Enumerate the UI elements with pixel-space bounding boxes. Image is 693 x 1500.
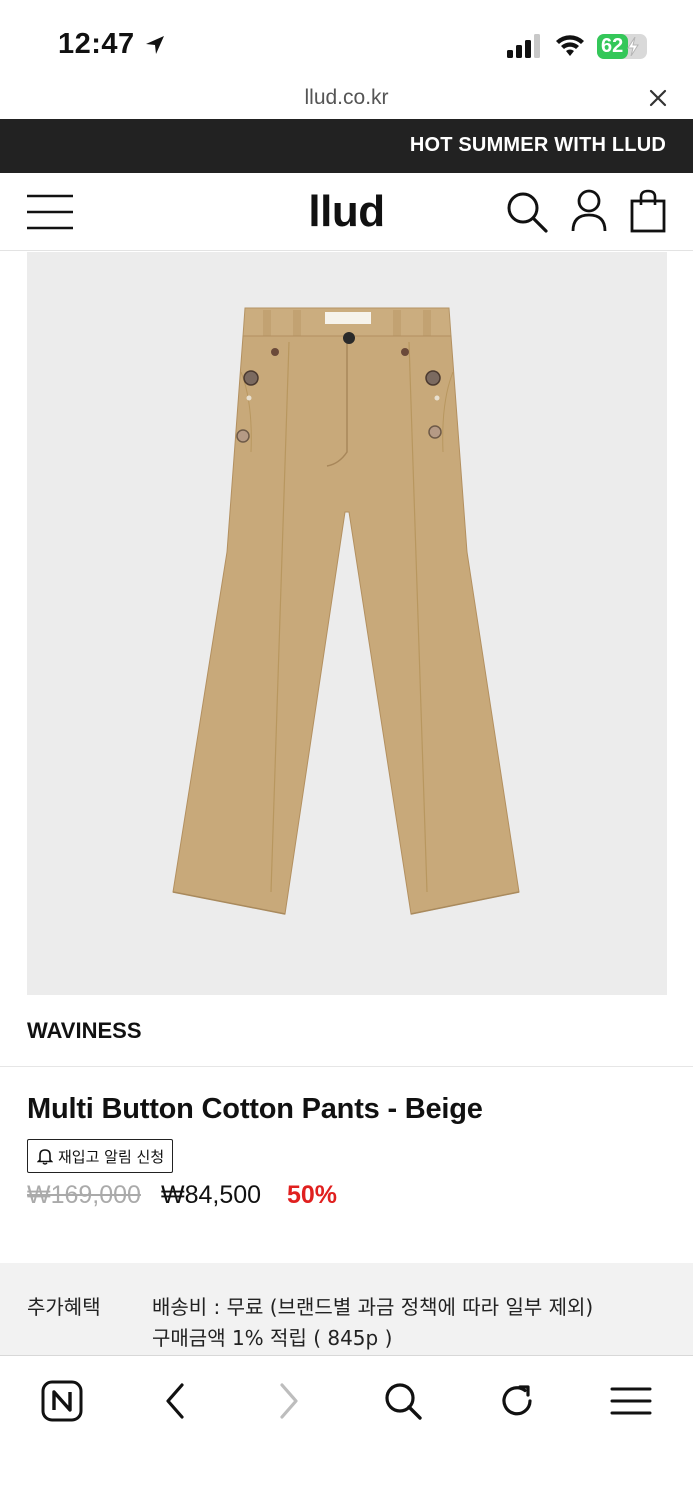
status-time: 12:47: [58, 28, 135, 60]
forward-button[interactable]: [266, 1378, 312, 1424]
search-icon[interactable]: [505, 190, 549, 234]
site-header: llud: [0, 173, 693, 251]
restock-alert-button[interactable]: 재입고 알림 신청: [27, 1139, 174, 1173]
browser-menu-icon: [610, 1387, 652, 1415]
naver-home-button[interactable]: [39, 1378, 85, 1424]
browser-search-icon: [385, 1383, 422, 1420]
charging-bolt-icon: [627, 37, 639, 56]
wifi-icon: [556, 35, 584, 56]
pants-illustration: [172, 307, 520, 915]
benefit-points: 구매금액 1% 적립 ( 845p ): [152, 1326, 393, 1350]
status-bar: 12:47 62: [0, 0, 693, 84]
product-brand[interactable]: WAVINESS: [27, 1018, 142, 1044]
battery-level: 62: [601, 35, 624, 57]
user-icon[interactable]: [570, 189, 608, 233]
browser-search-button[interactable]: [380, 1378, 426, 1424]
close-icon[interactable]: [648, 88, 668, 108]
announcement-text: HOT SUMMER WITH LLUD: [409, 134, 666, 156]
back-icon: [166, 1383, 184, 1419]
announcement-bar[interactable]: HOT SUMMER WITH LLUD: [0, 119, 693, 173]
divider: [0, 1066, 693, 1067]
signal-icon: [507, 34, 540, 58]
benefits-section: 추가혜택 배송비 : 무료 (브랜드별 과금 정책에 따라 일부 제외) 구매금…: [0, 1263, 693, 1355]
browser-menu-button[interactable]: [608, 1378, 654, 1424]
refresh-icon: [502, 1385, 532, 1416]
naver-icon: [41, 1380, 83, 1422]
back-button[interactable]: [152, 1378, 198, 1424]
browser-toolbar: [0, 1355, 693, 1500]
bell-icon: [37, 1149, 53, 1165]
location-arrow-icon: [146, 36, 164, 54]
product-image[interactable]: [27, 252, 667, 995]
original-price: ₩169,000: [27, 1181, 141, 1209]
bag-icon[interactable]: [630, 189, 666, 233]
discount-rate: 50%: [287, 1181, 338, 1209]
refresh-button[interactable]: [494, 1378, 540, 1424]
sale-price: ₩84,500: [161, 1181, 262, 1209]
restock-label: 재입고 알림 신청: [58, 1147, 165, 1166]
product-name: Multi Button Cotton Pants - Beige: [27, 1093, 483, 1125]
url-address[interactable]: llud.co.kr: [0, 86, 693, 110]
benefit-shipping: 배송비 : 무료 (브랜드별 과금 정책에 따라 일부 제외): [152, 1295, 594, 1319]
forward-icon: [280, 1383, 298, 1419]
benefits-label: 추가혜택: [27, 1295, 101, 1319]
